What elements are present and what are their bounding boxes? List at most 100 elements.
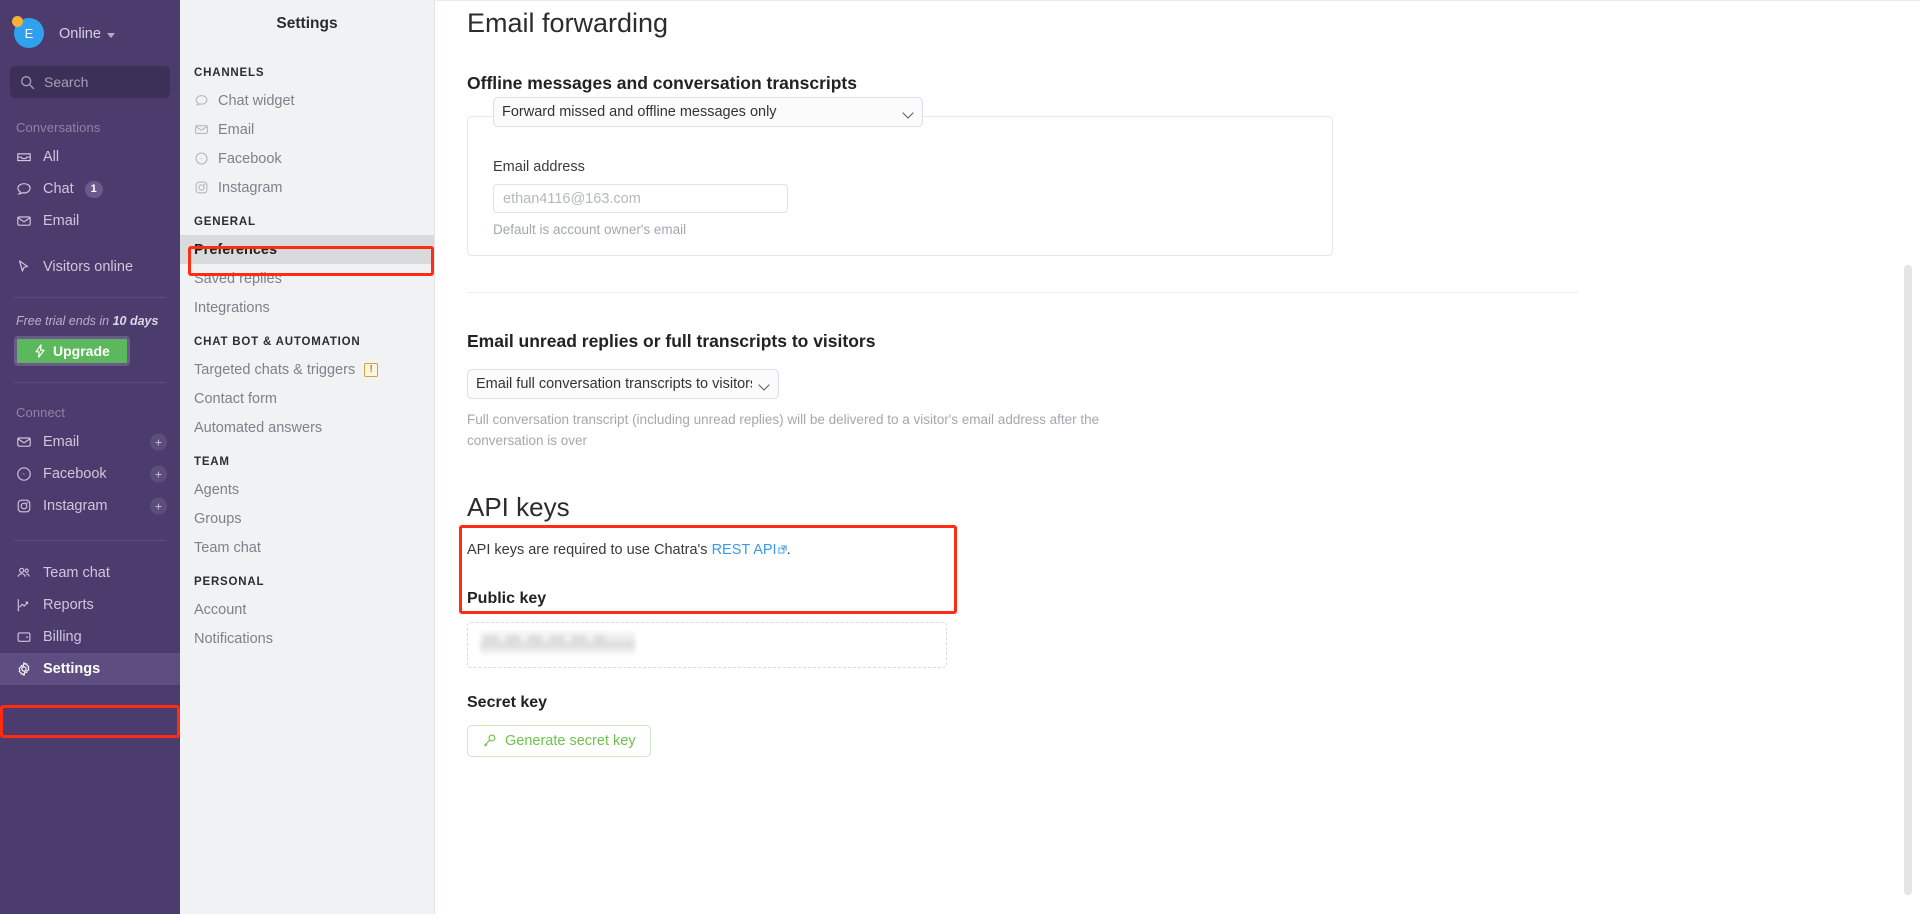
nav-group-label-channels: CHANNELS [194,67,265,79]
profile-row[interactable]: E Online [0,8,180,60]
add-facebook-channel-button[interactable]: + [150,465,167,483]
envelope-icon [16,213,32,229]
nav-group-label-team: TEAM [194,456,230,468]
main-scrollbar-thumb[interactable] [1904,265,1912,895]
rail-item-visitors-online[interactable]: Visitors online [0,251,180,283]
rail-item-all[interactable]: All [0,141,180,173]
rail-item-label: Settings [43,661,101,677]
nav-group-label-chatbot: CHAT BOT & AUTOMATION [194,336,361,348]
generate-secret-key-button[interactable]: Generate secret key [467,724,651,757]
settings-nav-item-label: Targeted chats & triggers [194,361,356,378]
rail-divider [14,540,166,541]
main-scrollbar-track[interactable] [1904,0,1916,914]
rail-item-label: Billing [43,629,82,645]
public-key-field[interactable] [467,621,947,668]
settings-nav-item-facebook[interactable]: Facebook [180,144,434,173]
settings-nav-item-email[interactable]: Email [180,115,434,144]
page-title: Email forwarding [467,8,669,38]
conversations-group-label: Conversations [16,120,101,135]
chevron-down-icon [106,32,115,38]
settings-nav-item-preferences[interactable]: Preferences [180,235,434,264]
api-desc-prefix: API keys are required to use Chatra's [467,541,712,558]
profile-status[interactable]: Online [59,26,115,42]
avatar[interactable]: E [12,16,46,50]
rail-item-label: Visitors online [43,259,134,275]
instagram-icon [194,180,209,195]
settings-nav-item-notifications[interactable]: Notifications [180,624,434,653]
upgrade-button[interactable]: Upgrade [14,336,130,366]
unread-heading: Email unread replies or full transcripts… [467,331,876,351]
settings-nav-item-label: Team chat [194,539,261,556]
status-dot-icon [12,16,23,27]
settings-nav-title: Settings [276,15,338,32]
nav-group-label-personal: PERSONAL [194,576,265,588]
settings-nav-item-saved-replies[interactable]: Saved replies [180,264,434,293]
settings-nav-item-agents[interactable]: Agents [180,475,434,504]
public-key-label: Public key [467,589,547,607]
rail-item-label: Facebook [43,466,107,482]
app-root: E Online Search Conversations All Chat 1… [0,0,1920,914]
settings-nav-item-chat-widget[interactable]: Chat widget [180,86,434,115]
trial-days: 10 days [112,314,159,328]
api-keys-heading: API keys [467,491,570,522]
transcript-select-shell[interactable]: Email full conversation transcripts to v… [467,369,779,399]
search-icon [20,75,35,90]
profile-status-label: Online [59,26,101,42]
rest-api-link[interactable]: REST API [712,542,777,558]
rail-item-email[interactable]: Email [0,205,180,237]
rail-item-chat[interactable]: Chat 1 [0,173,180,205]
transcript-mode-select[interactable]: Email full conversation transcripts to v… [467,369,779,399]
public-key-block: Public key [467,590,947,668]
add-instagram-channel-button[interactable]: + [150,497,167,515]
rail-item-team-chat[interactable]: Team chat [0,557,180,589]
rail-item-label: All [43,149,60,165]
settings-nav-item-automated-answers[interactable]: Automated answers [180,413,434,442]
connect-group-label: Connect [16,405,66,420]
rail-item-label: Team chat [43,565,110,581]
settings-nav-item-label: Instagram [218,179,283,196]
settings-nav-item-label: Automated answers [194,419,323,436]
rail-item-settings[interactable]: Settings [0,653,180,685]
settings-nav-item-account[interactable]: Account [180,595,434,624]
settings-nav-item-integrations[interactable]: Integrations [180,293,434,322]
rail-bottom-group: Team chat Reports Billing Settings [0,557,180,685]
settings-nav-item-targeted-chats[interactable]: Targeted chats & triggers ! [180,355,434,384]
email-address-input[interactable] [493,184,788,213]
settings-nav-item-instagram[interactable]: Instagram [180,173,434,202]
chat-bubble-icon [194,93,209,108]
nav-group-label-general: GENERAL [194,216,256,228]
cursor-icon [16,259,32,275]
instagram-icon [16,498,32,514]
gear-icon [16,661,32,677]
settings-nav-item-label: Integrations [194,299,270,316]
add-email-channel-button[interactable]: + [150,433,167,451]
settings-nav-item-contact-form[interactable]: Contact form [180,384,434,413]
rail-connect-instagram[interactable]: Instagram + [0,490,180,522]
generate-secret-key-label: Generate secret key [505,732,636,749]
settings-nav-item-groups[interactable]: Groups [180,504,434,533]
main-content: Email forwarding Offline messages and co… [435,0,1920,914]
secret-key-label: Secret key [467,693,548,711]
rail-item-billing[interactable]: Billing [0,621,180,653]
offline-heading: Offline messages and conversation transc… [467,73,857,93]
rail-connect-email[interactable]: Email + [0,426,180,458]
email-address-label: Email address [493,159,585,175]
external-link-icon [778,542,787,558]
wallet-icon [16,629,32,645]
settings-nav-item-label: Account [194,601,247,618]
forward-mode-select[interactable]: Forward missed and offline messages only [493,97,923,127]
trial-prefix: Free trial ends in [16,314,113,328]
public-key-redacted-value [480,630,635,655]
upgrade-wrap: Upgrade [0,336,180,366]
search-input[interactable]: Search [10,66,170,98]
rail-item-label: Email [43,213,80,229]
forward-select-shell[interactable]: Forward missed and offline messages only [493,97,923,127]
envelope-icon [16,434,32,450]
rail-item-reports[interactable]: Reports [0,589,180,621]
settings-nav-item-team-chat[interactable]: Team chat [180,533,434,562]
api-keys-description: API keys are required to use Chatra's RE… [467,542,1920,558]
messenger-icon [16,466,32,482]
settings-content: Email forwarding Offline messages and co… [435,0,1920,757]
rail-connect-facebook[interactable]: Facebook + [0,458,180,490]
messenger-icon [194,151,209,166]
